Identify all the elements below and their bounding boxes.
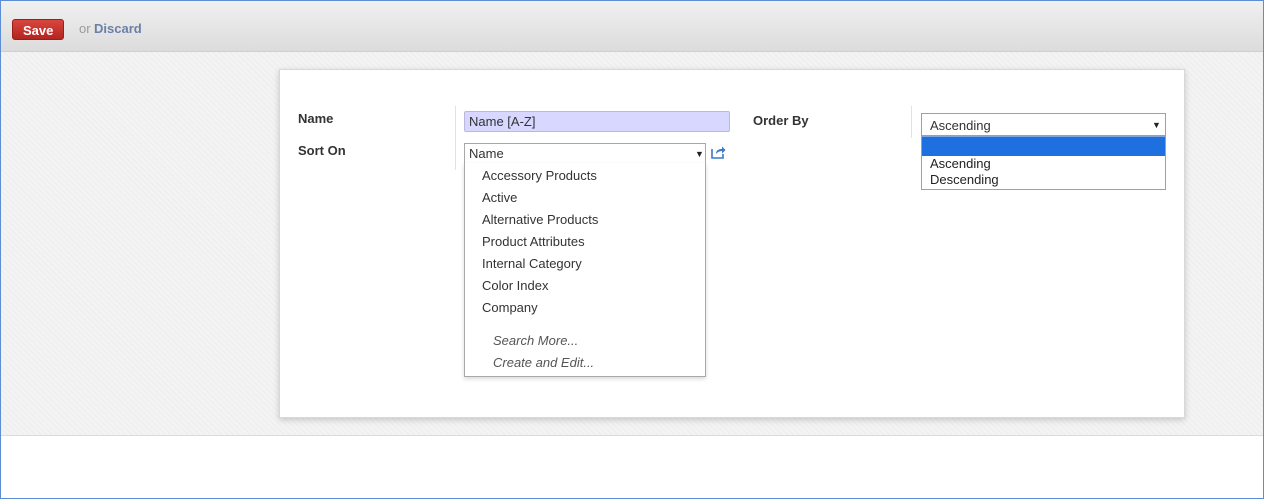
or-text: or <box>79 21 91 36</box>
name-input[interactable]: Name [A-Z] <box>464 111 730 132</box>
save-button[interactable]: Save <box>12 19 65 40</box>
sort-on-select[interactable]: Name ▼ <box>464 143 706 163</box>
order-option-descending[interactable]: Descending <box>930 172 999 187</box>
order-by-select[interactable]: Ascending ▼ <box>921 113 1166 136</box>
dropdown-option[interactable]: Internal Category <box>482 256 582 271</box>
sort-on-label: Sort On <box>298 143 346 158</box>
dropdown-option[interactable]: Alternative Products <box>482 212 598 227</box>
highlighted-empty-option[interactable] <box>922 137 1165 156</box>
dropdown-arrow-icon[interactable]: ▼ <box>695 149 704 159</box>
order-by-options-list: Ascending Descending <box>921 136 1166 190</box>
toolbar: Save or Discard <box>1 1 1263 52</box>
dropdown-option[interactable]: Company <box>482 300 538 315</box>
sort-on-dropdown: Accessory Products Active Alternative Pr… <box>464 163 706 377</box>
column-divider <box>455 106 456 170</box>
order-option-ascending[interactable]: Ascending <box>930 156 991 171</box>
dropdown-option[interactable]: Product Attributes <box>482 234 585 249</box>
search-more-link[interactable]: Search More... <box>493 333 578 348</box>
discard-link[interactable]: Discard <box>94 21 142 36</box>
order-by-value: Ascending <box>930 118 991 133</box>
column-divider <box>911 106 912 138</box>
dropdown-arrow-icon[interactable]: ▼ <box>1152 120 1161 130</box>
dropdown-option[interactable]: Color Index <box>482 278 548 293</box>
external-link-icon[interactable] <box>710 145 726 159</box>
dropdown-option[interactable]: Active <box>482 190 517 205</box>
order-by-label: Order By <box>753 113 809 128</box>
sort-on-value: Name <box>469 146 504 161</box>
dropdown-option[interactable]: Accessory Products <box>482 168 597 183</box>
name-label: Name <box>298 111 334 126</box>
create-and-edit-link[interactable]: Create and Edit... <box>493 355 594 370</box>
